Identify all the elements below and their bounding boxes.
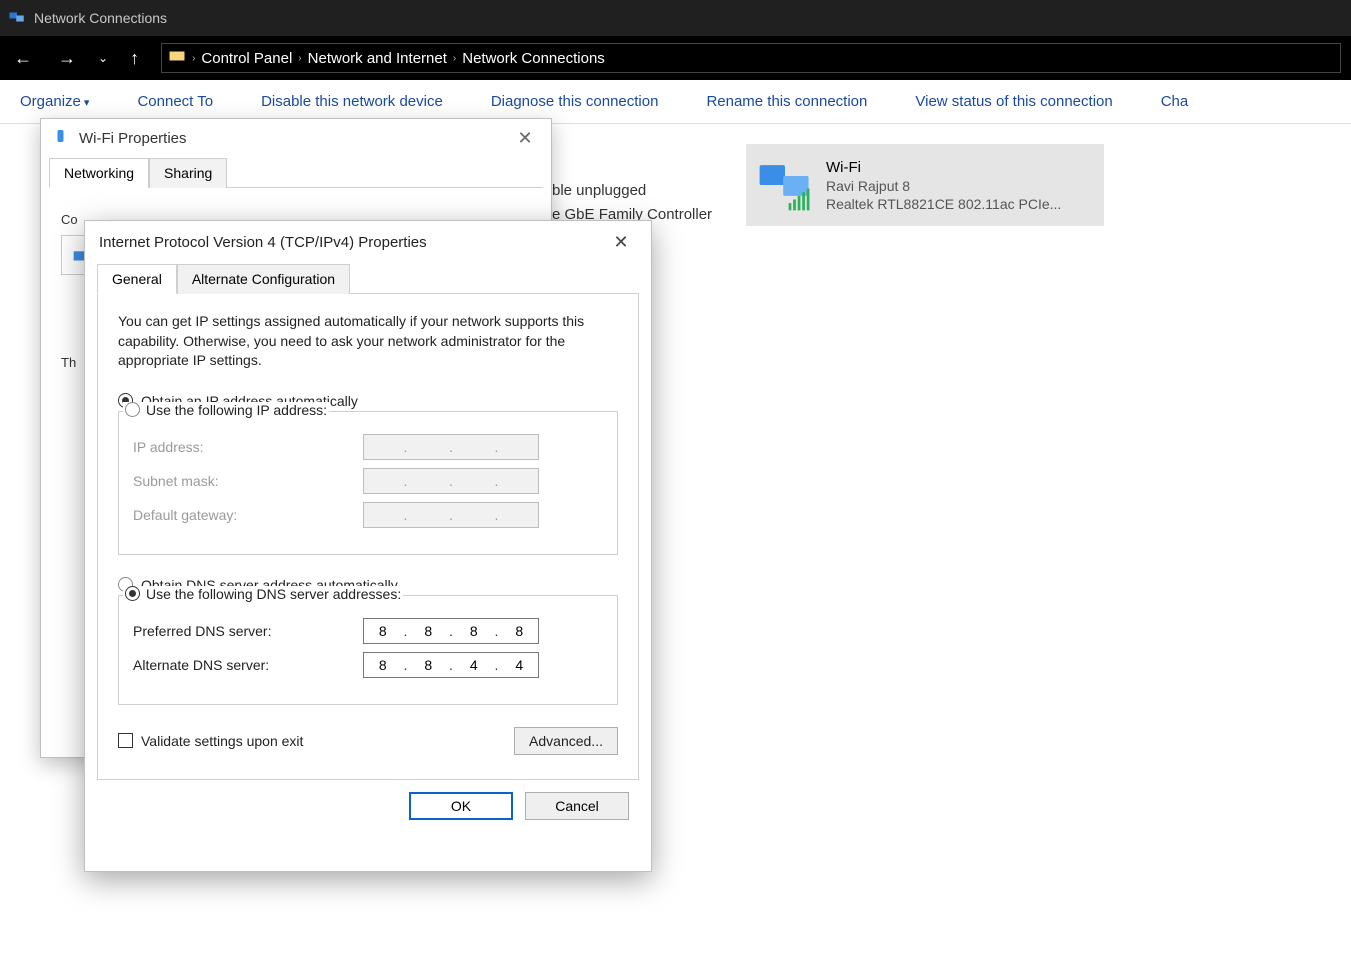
checkbox-icon (118, 733, 133, 748)
radio-icon[interactable] (125, 586, 140, 601)
view-status-button[interactable]: View status of this connection (915, 93, 1112, 110)
tile-title: Wi-Fi (826, 159, 1061, 176)
description-text: You can get IP settings assigned automat… (118, 312, 618, 371)
wifi-adapter-icon (756, 156, 814, 214)
address-bar[interactable]: › Control Panel › Network and Internet ›… (161, 43, 1341, 73)
dialog-title: Internet Protocol Version 4 (TCP/IPv4) P… (99, 234, 427, 251)
organize-menu[interactable]: Organize (20, 93, 89, 110)
button-label: Cancel (555, 798, 599, 814)
titlebar: Network Connections (0, 0, 1351, 36)
dialog-title: Wi-Fi Properties (79, 130, 187, 147)
ok-button[interactable]: OK (409, 792, 513, 820)
alternate-dns-label: Alternate DNS server: (133, 657, 363, 673)
advanced-button[interactable]: Advanced... (514, 727, 618, 755)
breadcrumb[interactable]: Network and Internet (308, 50, 447, 67)
gateway-label: Default gateway: (133, 507, 363, 523)
window-title: Network Connections (34, 10, 167, 26)
chevron-right-icon: › (453, 53, 456, 64)
validate-settings-checkbox[interactable]: Validate settings upon exit (118, 733, 303, 749)
up-button[interactable]: ↑ (126, 48, 143, 69)
adapter-icon (53, 127, 71, 149)
checkbox-label: Validate settings upon exit (141, 733, 303, 749)
gateway-input: ... (363, 502, 539, 528)
connect-to-button[interactable]: Connect To (137, 93, 213, 110)
back-button[interactable]: ← (10, 48, 36, 69)
ip-fieldset: Use the following IP address: IP address… (118, 411, 618, 555)
change-button[interactable]: Cha (1161, 93, 1189, 110)
forward-button[interactable]: → (54, 48, 80, 69)
breadcrumb[interactable]: Network Connections (462, 50, 605, 67)
button-label: OK (451, 798, 471, 814)
radio-label: Use the following DNS server addresses: (146, 586, 401, 602)
radio-icon[interactable] (125, 402, 140, 417)
close-button[interactable]: ✕ (511, 124, 539, 152)
subnet-mask-label: Subnet mask: (133, 473, 363, 489)
folder-icon (168, 47, 186, 69)
tile-network: Ravi Rajput 8 (826, 178, 1061, 194)
breadcrumb[interactable]: Control Panel (201, 50, 292, 67)
radio-label: Use the following IP address: (146, 402, 327, 418)
close-button[interactable]: ✕ (605, 226, 637, 258)
nav-row: ← → ⌄ ↑ › Control Panel › Network and In… (0, 36, 1351, 80)
tab-general[interactable]: General (97, 264, 177, 294)
preferred-dns-input[interactable]: 8. 8. 8. 8 (363, 618, 539, 644)
alternate-dns-input[interactable]: 8. 8. 4. 4 (363, 652, 539, 678)
bg-line: ble unplugged (552, 182, 646, 199)
chevron-right-icon: › (298, 53, 301, 64)
connection-tile-wifi[interactable]: Wi-Fi Ravi Rajput 8 Realtek RTL8821CE 80… (746, 144, 1104, 226)
tile-adapter: Realtek RTL8821CE 802.11ac PCIe... (826, 196, 1061, 212)
network-icon (8, 8, 26, 29)
rename-button[interactable]: Rename this connection (706, 93, 867, 110)
ip-address-label: IP address: (133, 439, 363, 455)
diagnose-button[interactable]: Diagnose this connection (491, 93, 659, 110)
button-label: Advanced... (529, 733, 603, 749)
ipv4-properties-dialog: Internet Protocol Version 4 (TCP/IPv4) P… (84, 220, 652, 872)
disable-device-button[interactable]: Disable this network device (261, 93, 443, 110)
dns-fieldset: Use the following DNS server addresses: … (118, 595, 618, 705)
subnet-mask-input: ... (363, 468, 539, 494)
tab-alt-config[interactable]: Alternate Configuration (177, 264, 350, 294)
tab-networking[interactable]: Networking (49, 158, 149, 188)
chevron-right-icon: › (192, 53, 195, 64)
cancel-button[interactable]: Cancel (525, 792, 629, 820)
preferred-dns-label: Preferred DNS server: (133, 623, 363, 639)
tab-sharing[interactable]: Sharing (149, 158, 227, 188)
history-dropdown[interactable]: ⌄ (98, 51, 108, 65)
ip-address-input: ... (363, 434, 539, 460)
